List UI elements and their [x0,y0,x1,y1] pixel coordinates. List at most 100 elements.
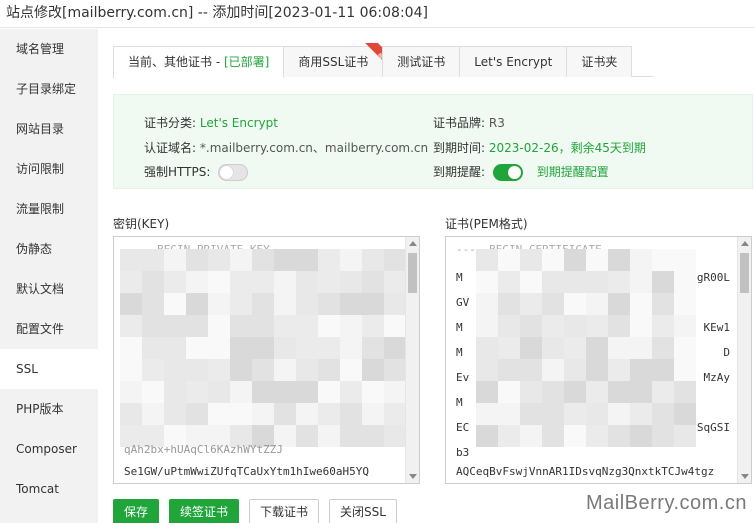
cert-expire-value: 2023-02-26，剩余45天到期 [488,141,646,155]
mosaic-cell [542,359,564,381]
sidebar-item-rewrite[interactable]: 伪静态 [0,229,98,269]
renew-cert-button[interactable]: 续签证书 [169,499,240,523]
mosaic-cell [630,271,652,293]
mosaic-cell [498,337,520,359]
mosaic-cell [498,293,520,315]
sidebar-item-site-dir[interactable]: 网站目录 [0,109,98,149]
tab-letsencrypt[interactable]: Let's Encrypt [459,46,568,77]
sidebar-item-access-limit[interactable]: 访问限制 [0,149,98,189]
scroll-up-icon[interactable] [741,241,749,246]
mosaic-cell [630,293,652,315]
close-ssl-button[interactable]: 关闭SSL [329,499,397,523]
mosaic-cell [274,359,296,381]
mosaic-cell [142,249,164,271]
key-textarea[interactable]: -----BEGIN PRIVATE KEY----- qAh2bx+hUAqC… [113,236,420,484]
mosaic-cell [384,359,406,381]
mosaic-cell [142,315,164,337]
mosaic-cell [384,403,406,425]
sidebar-item-composer[interactable]: Composer [0,429,98,469]
mosaic-cell [362,293,384,315]
sidebar-item-domain[interactable]: 域名管理 [0,29,98,69]
sidebar-item-php[interactable]: PHP版本 [0,389,98,429]
mosaic-cell [340,337,362,359]
key-scrollbar[interactable] [405,237,419,483]
mosaic-cell [542,425,564,447]
sidebar-item-ssl[interactable]: SSL [0,349,98,389]
mosaic-cell [498,249,520,271]
mosaic-cell [120,359,142,381]
mosaic-cell [608,315,630,337]
cert-category: 证书分类: Let's Encrypt [144,114,278,131]
scroll-up-icon[interactable] [409,241,417,246]
mosaic-cell [498,359,520,381]
cert-textarea[interactable]: -----BEGIN CERTIFICATE----- MgR00LGVMKEw… [445,236,752,484]
mosaic-cell [362,315,384,337]
cert-line-end: gR00L [696,271,730,284]
mosaic-cell [542,249,564,271]
tab-cert-folder[interactable]: 证书夹 [566,46,633,77]
mosaic-cell [340,315,362,337]
mosaic-cell [230,315,252,337]
cert-scroll-thumb[interactable] [740,253,749,293]
scroll-down-icon[interactable] [741,474,749,479]
remind-config-link[interactable]: 到期提醒配置 [537,165,609,179]
tab-test-cert[interactable]: 测试证书 [382,46,461,77]
mosaic-cell [252,249,274,271]
mosaic-cell [476,315,498,337]
mosaic-cell [608,271,630,293]
force-https: 强制HTTPS: [144,163,249,181]
sidebar-item-subdir[interactable]: 子目录绑定 [0,69,98,109]
tab-commercial-ssl[interactable]: 商用SSL证书 推荐 [283,46,386,77]
key-scroll-thumb[interactable] [408,253,417,293]
sidebar-item-tomcat[interactable]: Tomcat [0,469,98,509]
mosaic-cell [318,249,340,271]
mosaic-cell [674,315,696,337]
force-https-label: 强制HTTPS: [144,165,211,179]
mosaic-cell [318,293,340,315]
expire-remind-toggle[interactable] [492,164,523,181]
cert-category-label: 证书分类: [144,116,197,130]
cert-line-start: M [456,271,463,284]
mosaic-cell [296,337,318,359]
cert-line-end: MzAy [703,371,731,384]
mosaic-cell [186,293,208,315]
sidebar-item-default-doc[interactable]: 默认文档 [0,269,98,309]
save-button[interactable]: 保存 [113,499,160,523]
mosaic-cell [340,249,362,271]
mosaic-cell [520,293,542,315]
cert-brand-label: 证书品牌: [433,116,486,130]
mosaic-cell [252,293,274,315]
mosaic-cell [296,315,318,337]
mosaic-cell [296,425,318,447]
mosaic-cell [296,359,318,381]
mosaic-cell [674,271,696,293]
mosaic-cell [120,293,142,315]
mosaic-cell [230,403,252,425]
mosaic-cell [142,293,164,315]
mosaic-cell [652,425,674,447]
mosaic-cell [630,381,652,403]
mosaic-cell [674,403,696,425]
mosaic-cell [230,249,252,271]
sidebar-item-traffic-limit[interactable]: 流量限制 [0,189,98,229]
mosaic-cell [476,271,498,293]
mosaic-cell [586,271,608,293]
mosaic-cell [520,381,542,403]
cert-domain-label: 认证域名: [144,141,197,155]
mosaic-cell [362,337,384,359]
mosaic-cell [542,293,564,315]
mosaic-cell [476,359,498,381]
cert-scrollbar[interactable] [737,237,751,483]
download-cert-button[interactable]: 下载证书 [249,499,320,523]
mosaic-cell [318,403,340,425]
force-https-toggle[interactable] [218,164,249,181]
tab-current-cert[interactable]: 当前、其他证书 - [已部署] [113,46,285,78]
scroll-down-icon[interactable] [409,474,417,479]
sidebar-item-config[interactable]: 配置文件 [0,309,98,349]
mosaic-cell [340,293,362,315]
ssl-tabs: 当前、其他证书 - [已部署] 商用SSL证书 推荐 测试证书 Let's En… [113,46,653,78]
mosaic-cell [384,315,406,337]
mosaic-cell [564,315,586,337]
mosaic-cell [252,315,274,337]
mosaic-cell [520,403,542,425]
